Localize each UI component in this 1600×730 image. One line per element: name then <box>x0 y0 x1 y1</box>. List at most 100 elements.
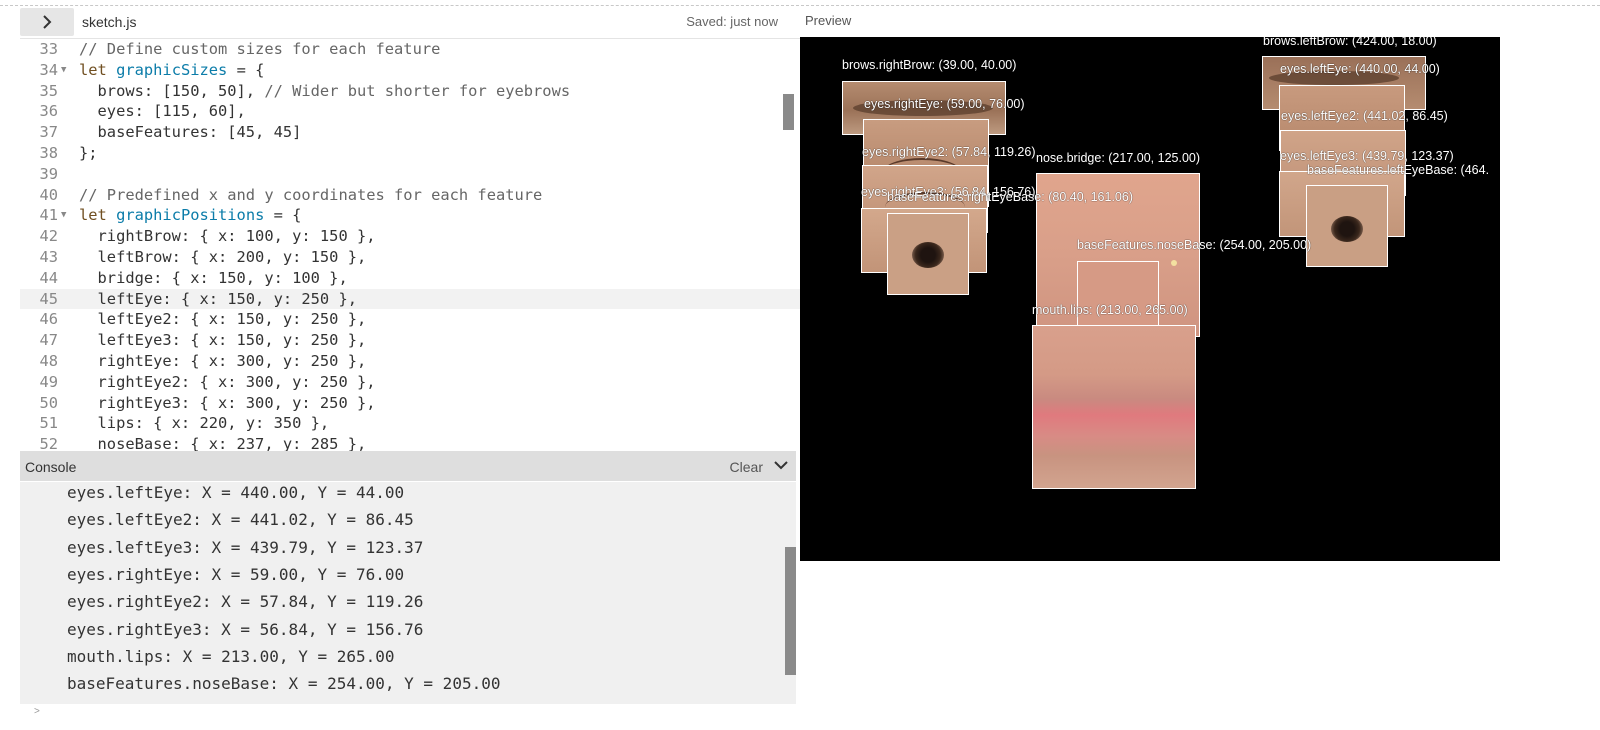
code-text: brows: [150, 50], // Wider but shorter f… <box>79 81 571 100</box>
console-line: eyes.leftEye: X = 440.00, Y = 44.00 <box>67 483 405 502</box>
line-number: 47 <box>39 331 58 350</box>
code-text: // Predefined x and y coordinates for ea… <box>79 185 543 204</box>
line-number: 45 <box>39 289 58 308</box>
line-number: 46 <box>39 310 58 329</box>
line-number: 41 <box>39 206 58 225</box>
console-clear-button[interactable]: Clear <box>730 459 763 475</box>
editor-scrollbar[interactable] <box>783 94 794 130</box>
right-eye-label: eyes.rightEye: (59.00, 76.00) <box>864 97 1025 111</box>
left-brow-label: brows.leftBrow: (424.00, 18.00) <box>1263 37 1437 48</box>
code-line[interactable]: 50 rightEye3: { x: 300, y: 250 }, <box>20 393 810 414</box>
left-eye2-label: eyes.leftEye2: (441.02, 86.45) <box>1281 109 1448 123</box>
console-header: Console Clear <box>20 451 796 481</box>
console-line: eyes.rightEye: X = 59.00, Y = 76.00 <box>67 564 405 584</box>
code-line[interactable]: 35 brows: [150, 50], // Wider but shorte… <box>20 81 810 102</box>
code-text: rightEye3: { x: 300, y: 250 }, <box>79 393 376 412</box>
line-number: 40 <box>39 185 58 204</box>
line-number: 39 <box>39 164 58 183</box>
code-text: let graphicPositions = { <box>79 206 302 225</box>
console-line: baseFeatures.noseBase: X = 254.00, Y = 2… <box>67 674 501 694</box>
code-line[interactable]: 47 leftEye3: { x: 150, y: 250 }, <box>20 330 810 351</box>
preview-label: Preview <box>805 13 852 28</box>
lips-image <box>1032 325 1196 489</box>
console-title: Console <box>25 459 77 475</box>
code-text: rightEye: { x: 300, y: 250 }, <box>79 351 367 370</box>
line-number: 38 <box>39 143 58 162</box>
console-prompt[interactable]: > <box>34 706 40 717</box>
code-line[interactable]: 44 bridge: { x: 150, y: 100 }, <box>20 268 810 289</box>
line-number: 51 <box>39 414 58 433</box>
code-line[interactable]: 48 rightEye: { x: 300, y: 250 }, <box>20 351 810 372</box>
code-text: rightEye2: { x: 300, y: 250 }, <box>79 372 376 391</box>
lips-label: mouth.lips: (213.00, 265.00) <box>1032 303 1188 317</box>
left-eye-base-image <box>1306 185 1388 267</box>
code-editor[interactable]: 33 // Define custom sizes for each featur… <box>20 38 810 460</box>
left-eye3-label: eyes.leftEye3: (439.79, 123.37) <box>1280 149 1454 163</box>
console-line: eyes.rightEye3: X = 56.84, Y = 156.76 <box>67 619 424 639</box>
editor-header: sketch.js Saved: just now <box>20 8 810 38</box>
line-number: 50 <box>39 393 58 412</box>
code-line[interactable]: 45 leftEye: { x: 150, y: 250 }, <box>20 288 802 310</box>
line-number: 36 <box>39 102 58 121</box>
line-number: 37 <box>39 123 58 142</box>
console-line: eyes.leftEye3: X = 439.79, Y = 123.37 <box>67 537 424 557</box>
code-line[interactable]: 39 <box>20 164 810 185</box>
code-line[interactable]: 49 rightEye2: { x: 300, y: 250 }, <box>20 372 810 393</box>
line-number: 48 <box>39 351 58 370</box>
code-text: baseFeatures: [45, 45] <box>79 123 302 142</box>
console-line: eyes.leftEye2: X = 441.02, Y = 86.45 <box>67 510 414 530</box>
iris <box>912 242 944 268</box>
iris <box>1331 216 1363 242</box>
line-number: 35 <box>39 81 58 100</box>
nose-piercing <box>1171 260 1177 266</box>
console-line: mouth.lips: X = 213.00, Y = 265.00 <box>67 646 395 666</box>
console-scrollbar[interactable] <box>785 547 796 675</box>
code-line[interactable]: 40 // Predefined x and y coordinates for … <box>20 185 810 206</box>
code-text: let graphicSizes = { <box>79 60 265 79</box>
code-line[interactable]: 51 lips: { x: 220, y: 350 }, <box>20 413 810 434</box>
right-eye-base-image <box>887 213 969 295</box>
console-output: eyes.leftEye: X = 440.00, Y = 44.00 eyes.… <box>20 482 796 704</box>
chevron-right-icon <box>43 15 52 29</box>
right-brow-label: brows.rightBrow: (39.00, 40.00) <box>842 58 1017 72</box>
left-eye-label: eyes.leftEye: (440.00, 44.00) <box>1280 62 1440 76</box>
code-line[interactable]: 37 baseFeatures: [45, 45] <box>20 122 810 143</box>
preview-canvas[interactable]: brows.rightBrow: (39.00, 40.00) brows.le… <box>800 37 1500 561</box>
code-line[interactable]: 42 rightBrow: { x: 100, y: 150 }, <box>20 226 810 247</box>
saved-status: Saved: just now <box>686 14 778 29</box>
line-number: 49 <box>39 372 58 391</box>
fold-arrow-icon[interactable]: ▼ <box>61 205 66 226</box>
code-line[interactable]: 38}; <box>20 143 810 164</box>
line-number: 33 <box>39 40 58 58</box>
code-line[interactable]: 36 eyes: [115, 60], <box>20 101 810 122</box>
code-text: rightBrow: { x: 100, y: 150 }, <box>79 227 376 246</box>
sidebar-toggle-button[interactable] <box>20 8 74 36</box>
code-text: bridge: { x: 150, y: 100 }, <box>79 268 348 287</box>
nose-base-label: baseFeatures.noseBase: (254.00, 205.00) <box>1077 238 1312 252</box>
code-line[interactable]: 33 // Define custom sizes for each featur… <box>20 39 810 60</box>
left-eye-base-label: baseFeatures.leftEyeBase: (464. <box>1307 163 1490 177</box>
console-line: eyes.rightEye2: X = 57.84, Y = 119.26 <box>67 592 424 612</box>
code-line[interactable]: 46 leftEye2: { x: 150, y: 250 }, <box>20 309 810 330</box>
nose-bridge-label: nose.bridge: (217.00, 125.00) <box>1036 151 1201 165</box>
right-eye2-label: eyes.rightEye2: (57.84, 119.26) <box>862 145 1036 159</box>
file-name-tab[interactable]: sketch.js <box>82 14 136 30</box>
code-text: leftEye: { x: 150, y: 250 }, <box>79 289 357 308</box>
code-text: leftBrow: { x: 200, y: 150 }, <box>79 247 367 266</box>
code-text: leftEye3: { x: 150, y: 250 }, <box>79 331 367 350</box>
code-text: lips: { x: 220, y: 350 }, <box>79 414 330 433</box>
right-eye-base-label: baseFeatures.rightEyeBase: (80.40, 161.0… <box>887 190 1133 204</box>
code-text: leftEye2: { x: 150, y: 250 }, <box>79 310 367 329</box>
code-line[interactable]: 43 leftBrow: { x: 200, y: 150 }, <box>20 247 810 268</box>
code-text: }; <box>79 143 98 162</box>
line-number: 44 <box>39 268 58 287</box>
code-line[interactable]: 34 ▼ let graphicSizes = { <box>20 60 810 81</box>
chevron-down-icon[interactable] <box>774 460 788 470</box>
code-line[interactable]: 41 ▼ let graphicPositions = { <box>20 205 810 226</box>
code-text: // Define custom sizes for each feature <box>79 40 441 58</box>
top-dashed-border <box>0 5 1600 6</box>
code-text: eyes: [115, 60], <box>79 102 246 121</box>
fold-arrow-icon[interactable]: ▼ <box>61 60 66 81</box>
line-number: 34 <box>39 60 58 79</box>
line-number: 43 <box>39 247 58 266</box>
